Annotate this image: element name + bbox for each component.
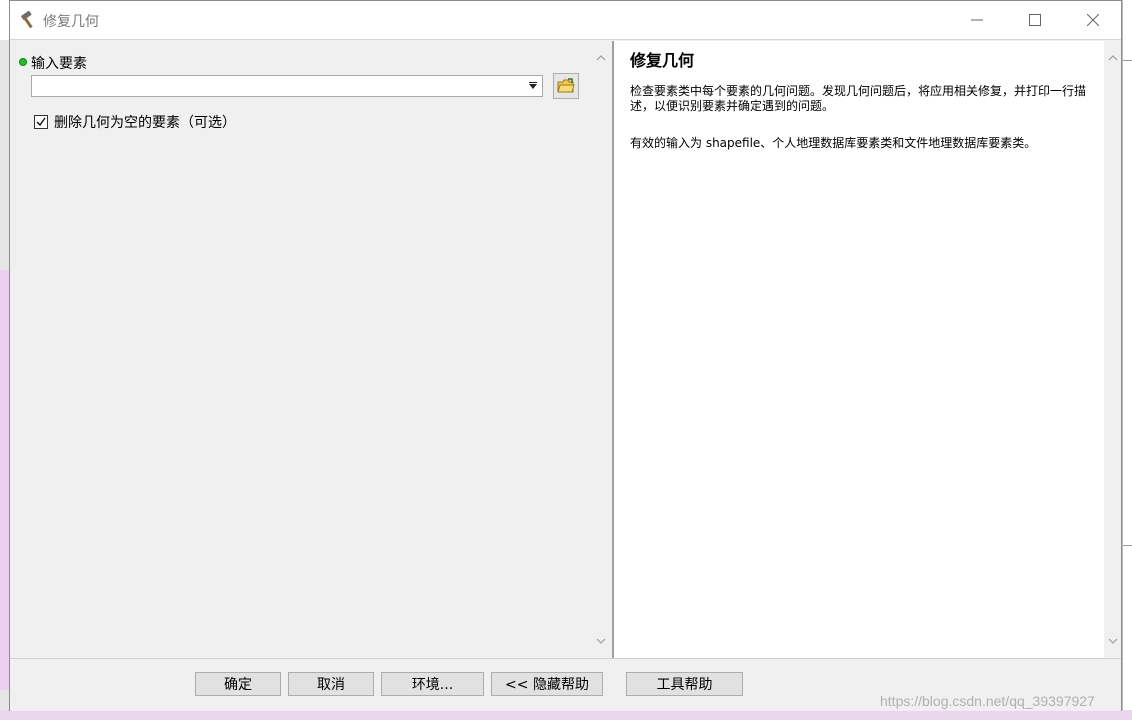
minimize-icon bbox=[971, 19, 983, 21]
browse-button[interactable] bbox=[553, 73, 579, 99]
help-scrollbar[interactable] bbox=[1104, 41, 1121, 658]
input-features-label: 输入要素 bbox=[31, 56, 87, 72]
hammer-icon bbox=[18, 10, 38, 30]
watermark: https://blog.csdn.net/qq_39397927 bbox=[880, 693, 1095, 709]
checkmark-icon bbox=[36, 117, 46, 127]
background-map-left bbox=[0, 40, 10, 720]
parameters-scrollbar[interactable] bbox=[592, 49, 609, 649]
tool-help-button[interactable]: 工具帮助 bbox=[626, 672, 743, 696]
maximize-button[interactable] bbox=[1006, 1, 1064, 39]
dialog-window: 修复几何 输入要素 删除几何为空的要素（可选） 修复几何 检查要素类中每个要素的… bbox=[9, 0, 1122, 711]
scroll-up-icon[interactable] bbox=[592, 49, 609, 66]
chevron-down-icon[interactable] bbox=[524, 76, 542, 96]
scroll-up-icon[interactable] bbox=[1104, 49, 1121, 66]
window-title: 修复几何 bbox=[43, 14, 99, 30]
scroll-down-icon[interactable] bbox=[592, 632, 609, 649]
help-title: 修复几何 bbox=[630, 51, 695, 70]
close-icon bbox=[1087, 14, 1099, 26]
environments-button[interactable]: 环境... bbox=[381, 672, 484, 696]
drop-null-label: 删除几何为空的要素（可选） bbox=[54, 115, 236, 131]
drop-null-checkbox[interactable] bbox=[34, 115, 48, 129]
drop-null-geometry-option[interactable]: 删除几何为空的要素（可选） bbox=[34, 113, 236, 131]
maximize-icon bbox=[1029, 14, 1041, 26]
close-button[interactable] bbox=[1064, 1, 1122, 39]
background-map-bottom bbox=[0, 710, 1132, 720]
open-folder-icon bbox=[557, 78, 575, 93]
input-features-combobox[interactable] bbox=[31, 75, 543, 97]
parameters-pane: 输入要素 删除几何为空的要素（可选） bbox=[10, 41, 612, 658]
background-divider bbox=[1123, 545, 1132, 546]
help-valid-inputs: 有效的输入为 shapefile、个人地理数据库要素类和文件地理数据库要素类。 bbox=[630, 136, 1037, 150]
help-description: 检查要素类中每个要素的几何问题。发现几何问题后，将应用相关修复，并打印一行描述，… bbox=[630, 84, 1087, 113]
ok-button[interactable]: 确定 bbox=[195, 672, 281, 696]
hide-help-button[interactable]: << 隐藏帮助 bbox=[491, 672, 603, 696]
background-divider bbox=[1123, 60, 1132, 61]
help-scrollbar-track bbox=[1104, 49, 1121, 649]
title-bar: 修复几何 bbox=[10, 1, 1121, 40]
minimize-button[interactable] bbox=[948, 1, 1006, 39]
cancel-button[interactable]: 取消 bbox=[288, 672, 374, 696]
help-pane: 修复几何 检查要素类中每个要素的几何问题。发现几何问题后，将应用相关修复，并打印… bbox=[614, 41, 1104, 658]
background-window-edge bbox=[1122, 0, 1132, 720]
scroll-down-icon[interactable] bbox=[1104, 632, 1121, 649]
required-parameter-icon bbox=[19, 58, 27, 66]
